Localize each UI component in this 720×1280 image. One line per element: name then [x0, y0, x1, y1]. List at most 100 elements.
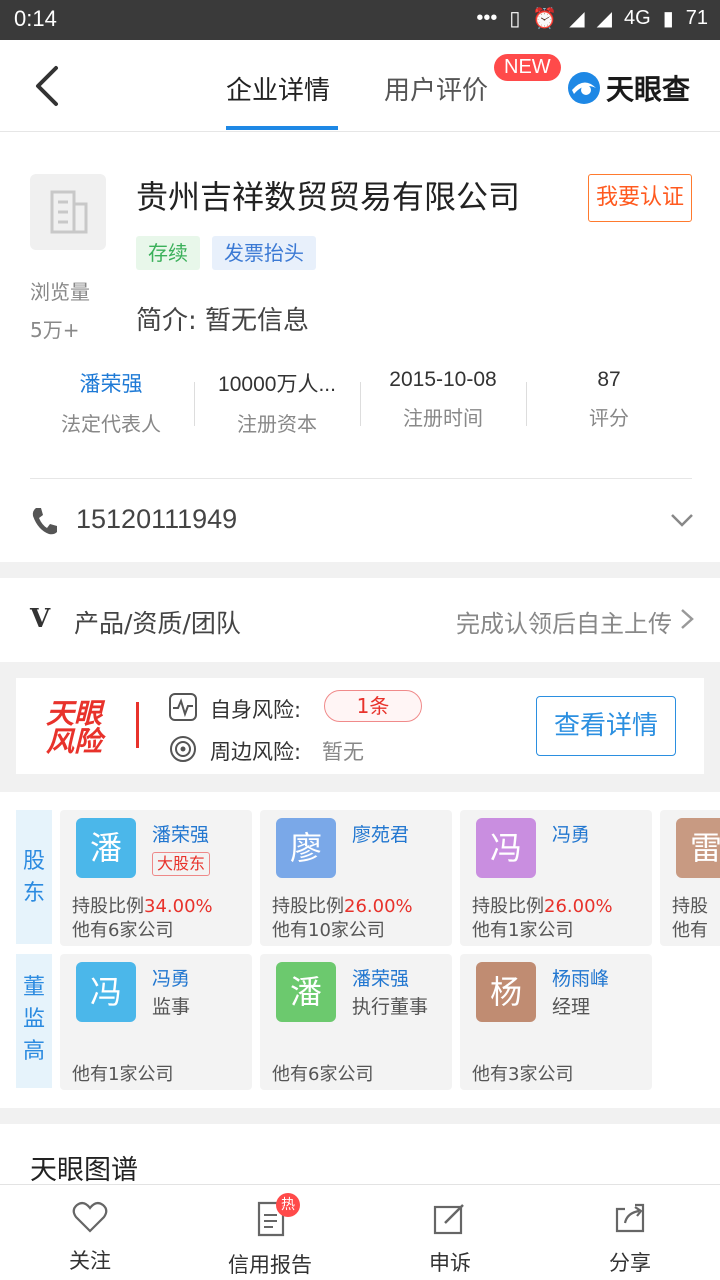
around-risk-label: 周边风险:	[210, 740, 302, 764]
views-label: 浏览量	[30, 280, 90, 304]
status-bar: 0:14 ••• ▯ ⏰ ◢ ◢ 4G ▮ 71	[0, 0, 720, 40]
share-label: 持股	[672, 896, 708, 917]
credit-report-label: 信用报告	[228, 1253, 312, 1277]
chevron-right-icon	[681, 609, 694, 629]
stat-label: 注册资本	[237, 412, 317, 436]
phone-number[interactable]: 15120111949	[76, 504, 237, 535]
active-tab-indicator	[226, 126, 338, 130]
major-shareholder-tag: 大股东	[152, 852, 211, 876]
other-companies: 他有1家公司	[472, 920, 574, 941]
alarm-icon: ⏰	[532, 8, 558, 30]
around-risk-value: 暂无	[322, 740, 364, 764]
heart-icon	[72, 1201, 108, 1233]
claim-button[interactable]: 我要认证	[588, 174, 692, 222]
back-icon[interactable]	[30, 64, 64, 108]
share-value: 26.00%	[344, 896, 413, 917]
graph-section: 天眼图谱	[0, 1124, 720, 1186]
side-label-char: 监	[22, 1007, 45, 1032]
product-action: 完成认领后自主上传	[456, 610, 672, 638]
view-detail-button[interactable]: 查看详情	[536, 696, 676, 756]
stat-label: 法定代表人	[61, 412, 161, 436]
phone-icon	[32, 508, 57, 535]
stat-value: 潘荣强	[79, 373, 143, 396]
shareholder-card[interactable]: 廖 廖苑君 持股比例26.00% 他有10家公司	[260, 810, 452, 946]
share-label: 持股比例	[472, 896, 544, 917]
status-tag: 存续	[136, 236, 200, 270]
share-ratio: 持股比例26.00%	[472, 892, 613, 918]
executive-card[interactable]: 潘 潘荣强 执行董事 他有6家公司	[260, 954, 452, 1090]
credit-report-button[interactable]: 热 信用报告	[210, 1193, 330, 1279]
invoice-tag[interactable]: 发票抬头	[212, 236, 316, 270]
risk-divider	[136, 702, 139, 748]
side-label-char: 股	[22, 849, 45, 874]
executive-side-label[interactable]: 董 监 高	[16, 954, 52, 1088]
product-v-icon: V	[30, 604, 51, 634]
share-label: 持股比例	[72, 896, 144, 917]
shareholder-side-label[interactable]: 股 东	[16, 810, 52, 944]
product-label: 产品/资质/团队	[74, 609, 241, 638]
people-section: 股 东 潘 潘荣强 大股东 持股比例34.00% 他有6家公司 廖 廖苑君 持股…	[0, 792, 720, 1108]
risk-banner: 天眼 风险 自身风险: 1条 周边风险: 暂无 查看详情	[16, 678, 704, 774]
stat-reg-date: 2015-10-08 注册时间	[360, 368, 526, 431]
self-risk-label: 自身风险:	[210, 698, 302, 722]
graph-title: 天眼图谱	[30, 1155, 138, 1186]
executive-name: 杨雨峰	[552, 968, 610, 990]
share-button[interactable]: 分享	[570, 1199, 690, 1277]
chevron-down-icon[interactable]	[670, 512, 694, 528]
avatar: 冯	[76, 962, 136, 1022]
other-companies: 他有1家公司	[72, 1064, 174, 1085]
company-intro: 简介: 暂无信息	[136, 306, 310, 336]
tab-user-review[interactable]: 用户评价	[384, 70, 488, 107]
divider	[30, 478, 692, 479]
company-avatar	[30, 174, 106, 250]
share-icon	[615, 1203, 645, 1233]
other-companies: 他有10家公司	[272, 920, 385, 941]
status-icons: ••• ▯ ⏰ ◢ ◢ 4G ▮ 71	[476, 6, 708, 31]
executive-card[interactable]: 杨 杨雨峰 经理 他有3家公司	[460, 954, 652, 1090]
shareholder-card[interactable]: 雷 持股 他有	[660, 810, 720, 946]
executive-role: 监事	[152, 996, 191, 1018]
follow-button[interactable]: 关注	[30, 1199, 150, 1275]
risk-brand-line2: 风险	[46, 725, 103, 758]
product-row[interactable]: V 产品/资质/团队 完成认领后自主上传	[0, 578, 720, 662]
battery-level: 71	[685, 7, 708, 29]
side-label-char: 东	[22, 881, 45, 906]
stat-value: 2015-10-08	[389, 368, 497, 391]
share-label: 持股比例	[272, 896, 344, 917]
self-risk-count[interactable]: 1条	[324, 690, 422, 722]
tab-company-detail[interactable]: 企业详情	[226, 70, 330, 107]
hot-badge: 热	[276, 1193, 300, 1217]
risk-brand-line1: 天眼	[46, 697, 103, 730]
share-value: 34.00%	[144, 896, 213, 917]
avatar: 冯	[476, 818, 536, 878]
signal-icon: ◢	[569, 8, 585, 30]
logo-eye-icon	[568, 72, 600, 104]
avatar: 潘	[276, 962, 336, 1022]
share-value: 26.00%	[544, 896, 613, 917]
stat-legal-rep[interactable]: 潘荣强 法定代表人	[28, 368, 194, 437]
top-nav: 企业详情 用户评价 NEW 天眼查	[0, 40, 720, 132]
share-label: 分享	[609, 1251, 651, 1275]
shareholder-name: 冯勇	[552, 824, 591, 846]
share-ratio: 持股比例26.00%	[272, 892, 413, 918]
edit-icon	[433, 1204, 464, 1235]
shareholder-card[interactable]: 潘 潘荣强 大股东 持股比例34.00% 他有6家公司	[60, 810, 252, 946]
executive-name: 潘荣强	[352, 968, 410, 990]
executive-role: 经理	[552, 996, 591, 1018]
avatar: 雷	[676, 818, 720, 878]
shareholder-name: 潘荣强	[152, 824, 210, 846]
shareholder-card[interactable]: 冯 冯勇 持股比例26.00% 他有1家公司	[460, 810, 652, 946]
battery-icon: ▮	[662, 8, 674, 30]
side-label-char: 董	[22, 975, 45, 1000]
other-companies: 他有3家公司	[472, 1064, 574, 1085]
vibrate-icon: ▯	[509, 8, 521, 30]
executive-card[interactable]: 冯 冯勇 监事 他有1家公司	[60, 954, 252, 1090]
stat-capital: 10000万人... 注册资本	[194, 368, 360, 437]
executive-role: 执行董事	[352, 996, 429, 1018]
bottom-nav: 关注 热 信用报告 申诉 分享	[0, 1184, 720, 1280]
appeal-button[interactable]: 申诉	[390, 1199, 510, 1277]
company-name: 贵州吉祥数贸贸易有限公司	[136, 178, 521, 216]
stat-label: 注册时间	[403, 406, 483, 430]
executive-name: 冯勇	[152, 968, 191, 990]
building-icon	[50, 190, 88, 234]
